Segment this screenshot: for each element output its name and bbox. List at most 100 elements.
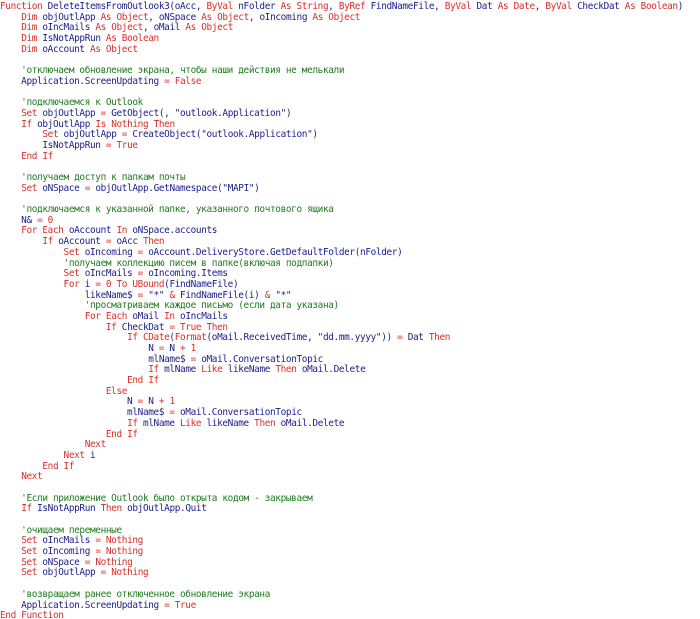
- code-line: Next: [0, 471, 700, 483]
- code-token: Next: [21, 471, 43, 483]
- code-token: FindNameFile(i): [180, 289, 265, 301]
- code-token: =: [95, 278, 106, 290]
- code-token: &: [169, 289, 181, 301]
- code-token: oMail: [132, 310, 165, 322]
- code-token: 'получаем доступ к папкам почты: [0, 172, 186, 183]
- code-token: 'подключаемся к указанной папке, указанн…: [0, 204, 334, 216]
- code-token: oNSpace: [42, 556, 85, 568]
- code-line: Next i: [0, 449, 700, 462]
- code-token: End If: [105, 428, 138, 440]
- code-token: objOutlApp.Quit: [127, 503, 207, 515]
- code-token: &: [264, 289, 276, 301]
- code-token: Nothing: [95, 556, 133, 568]
- code-token: likeName: [206, 417, 255, 429]
- code-token: )): [381, 332, 398, 344]
- code-token: 'возвращаем ранее отключенное обновление…: [0, 588, 271, 600]
- code-token: +: [158, 396, 170, 408]
- code-token: Nothing: [105, 546, 143, 558]
- code-line: 'подключаемся к указанной папке, указанн…: [0, 204, 700, 216]
- code-token: oMail.Delete: [301, 364, 366, 376]
- code-token: If: [42, 236, 59, 248]
- code-token: ): [677, 1, 684, 12]
- code-token: True: [116, 139, 138, 151]
- code-token: i: [90, 449, 96, 461]
- code-token: =: [137, 289, 149, 301]
- code-token: For: [63, 278, 85, 290]
- code-token: As Object: [95, 22, 143, 34]
- code-token: Set: [63, 246, 85, 258]
- code-token: Set: [21, 535, 43, 547]
- code-token: CheckDat: [121, 321, 170, 333]
- code-token: objOutlApp: [42, 107, 101, 119]
- code-token: Set: [21, 182, 43, 194]
- code-token: oNSpace.accounts: [132, 225, 218, 237]
- code-token: 1: [169, 396, 175, 408]
- code-token: For Each: [21, 225, 69, 237]
- code-token: Set: [21, 546, 43, 558]
- code-token: Function: [0, 1, 48, 12]
- code-token: ByVal: [444, 1, 477, 12]
- code-token: oIncMails: [42, 535, 96, 547]
- code-token: ByVal: [206, 1, 239, 12]
- code-token: Then: [100, 503, 128, 515]
- code-token: "*": [275, 289, 292, 301]
- code-token: As String: [280, 1, 329, 12]
- code-token: mlName$: [0, 353, 191, 365]
- code-line: If IsNotAppRun Then objOutlApp.Quit: [0, 503, 700, 515]
- code-token: N: [0, 396, 138, 408]
- code-token: oMail.ConversationTopic: [201, 353, 323, 365]
- code-token: End Function: [0, 610, 64, 619]
- code-token: oIncoming: [42, 546, 96, 558]
- code-token: As Boolean: [105, 33, 159, 45]
- code-token: oAcc: [116, 236, 143, 248]
- code-token: N&: [0, 214, 38, 226]
- code-token: IsNotAppRun: [0, 139, 106, 151]
- code-line: Application.ScreenUpdating = False: [0, 76, 700, 88]
- code-token: (oMail.ReceivedTime,: [206, 332, 318, 344]
- code-token: End If: [127, 375, 159, 387]
- code-token: =: [169, 321, 181, 333]
- code-editor[interactable]: Function DeleteItemsFromOutlook3(oAcc, B…: [0, 0, 700, 619]
- code-token: i: [84, 278, 96, 290]
- code-token: Application.ScreenUpdating: [0, 599, 165, 611]
- code-token: DeleteItemsFromOutlook3(oAcc,: [47, 1, 207, 12]
- code-token: oIncoming: [84, 246, 138, 258]
- code-token: Like: [201, 364, 228, 376]
- code-token: In: [164, 310, 181, 322]
- code-token: CheckDat: [577, 1, 625, 12]
- code-token: nFolder: [238, 1, 281, 12]
- code-token: As Object: [312, 11, 361, 23]
- code-token: ): [312, 129, 318, 141]
- code-token: =: [100, 567, 112, 579]
- code-line: End If: [0, 460, 700, 473]
- code-token: End If: [42, 460, 75, 472]
- code-token: If CDate: [127, 332, 170, 344]
- code-token: +: [180, 343, 191, 354]
- code-token: GetObject(,: [111, 107, 175, 119]
- code-token: ByRef: [338, 1, 371, 12]
- code-token: =: [100, 107, 112, 119]
- code-token: Nothing: [105, 535, 143, 547]
- code-token: N: [0, 343, 159, 354]
- code-token: True: [174, 599, 197, 611]
- code-token: As Date: [497, 1, 535, 12]
- code-token: oAccount: [58, 236, 106, 248]
- code-token: 'подключаемся к Outlook: [0, 97, 143, 109]
- code-token: oAccount: [42, 43, 91, 55]
- code-token: Then: [428, 332, 451, 344]
